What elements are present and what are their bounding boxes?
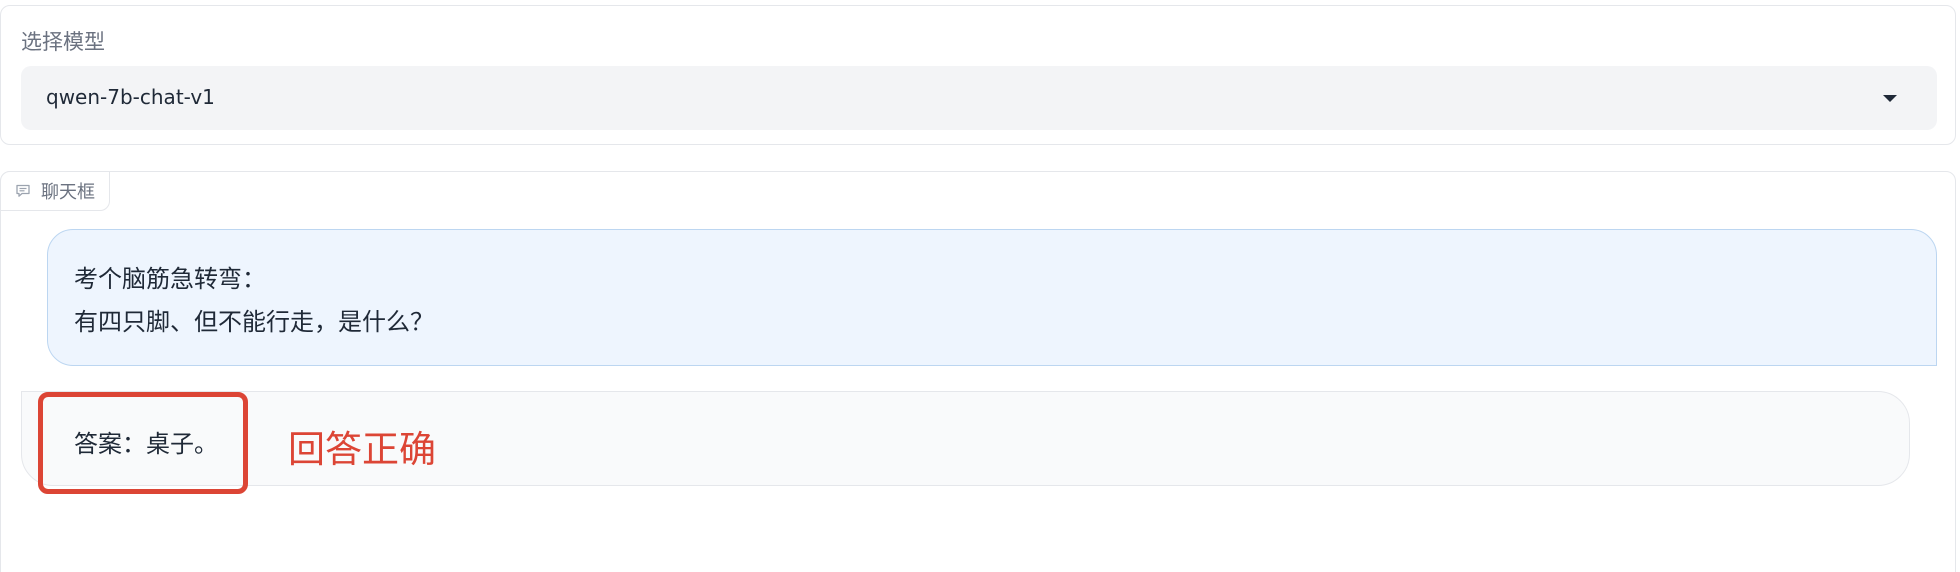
bot-message-text: 答案：桌子。 (74, 430, 218, 458)
model-selector-panel: 选择模型 qwen-7b-chat-v1 (0, 5, 1956, 145)
user-message-line: 有四只脚、但不能行走，是什么？ (74, 308, 434, 336)
model-selector-label: 选择模型 (21, 30, 105, 54)
dropdown-arrow-icon[interactable] (1883, 95, 1897, 102)
model-dropdown[interactable]: qwen-7b-chat-v1 (21, 66, 1937, 130)
chatbot-label: 聊天框 (41, 182, 95, 203)
chatbot-label-tab: 聊天框 (0, 171, 110, 211)
user-message: 考个脑筋急转弯： 有四只脚、但不能行走，是什么？ (47, 229, 1937, 366)
chat-bubble-icon (16, 184, 30, 197)
user-message-line: 考个脑筋急转弯： (74, 265, 266, 293)
chatbot-panel: 聊天框 考个脑筋急转弯： 有四只脚、但不能行走，是什么？ 答案：桌子。 (0, 171, 1956, 572)
annotation-label: 回答正确 (288, 428, 436, 471)
model-dropdown-value: qwen-7b-chat-v1 (46, 85, 215, 109)
